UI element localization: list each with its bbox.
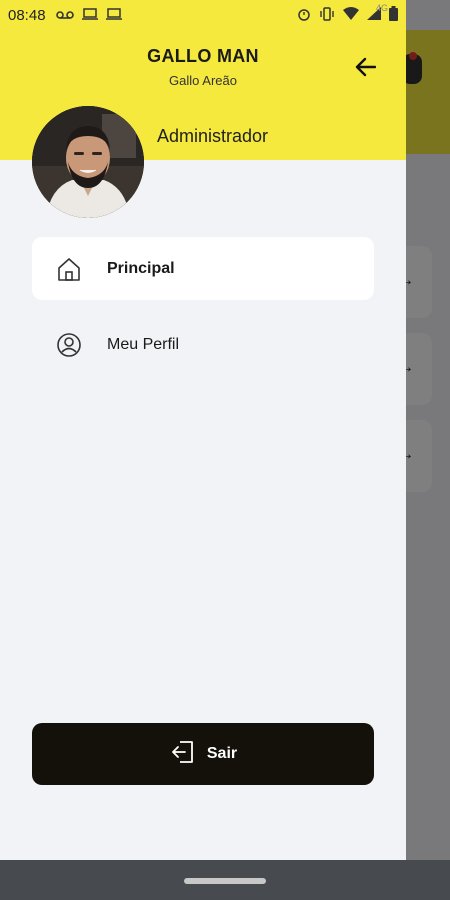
home-gesture-pill[interactable] xyxy=(184,878,266,884)
user-role: Administrador xyxy=(157,126,269,146)
user-circle-icon xyxy=(54,330,84,360)
voicemail-icon xyxy=(55,8,74,23)
signal-icon: 4G xyxy=(367,3,388,23)
laptop-icon xyxy=(105,7,122,23)
status-icons: 4G xyxy=(297,3,398,24)
logout-icon xyxy=(169,739,195,770)
menu-item-label: Meu Perfil xyxy=(107,335,180,353)
back-button[interactable] xyxy=(348,52,382,86)
user-photo xyxy=(32,106,144,218)
vibrate-icon xyxy=(319,6,335,24)
drawer-subtitle: Gallo Areão xyxy=(169,73,237,88)
avatar[interactable] xyxy=(32,106,144,218)
status-time: 08:48 xyxy=(8,6,46,24)
logout-label: Sair xyxy=(206,745,238,762)
alarm-icon xyxy=(297,7,311,24)
navigation-drawer: GALLO MAN Gallo Areão Administrador Prin… xyxy=(0,0,406,860)
home-icon xyxy=(54,254,84,284)
network-label: 4G xyxy=(376,3,389,13)
logout-button[interactable]: Sair xyxy=(32,723,374,785)
battery-icon xyxy=(389,6,398,24)
laptop-icon xyxy=(81,7,98,23)
menu-item-label: Principal xyxy=(107,259,175,277)
system-nav-bar xyxy=(0,860,450,900)
wifi-icon xyxy=(343,7,359,23)
menu-item-meu-perfil[interactable]: Meu Perfil xyxy=(32,313,374,376)
drawer-title: GALLO MAN xyxy=(147,46,259,66)
menu-item-principal[interactable]: Principal xyxy=(32,237,374,300)
status-bar: 08:48 4G xyxy=(0,0,406,30)
arrow-left-icon xyxy=(354,57,377,82)
